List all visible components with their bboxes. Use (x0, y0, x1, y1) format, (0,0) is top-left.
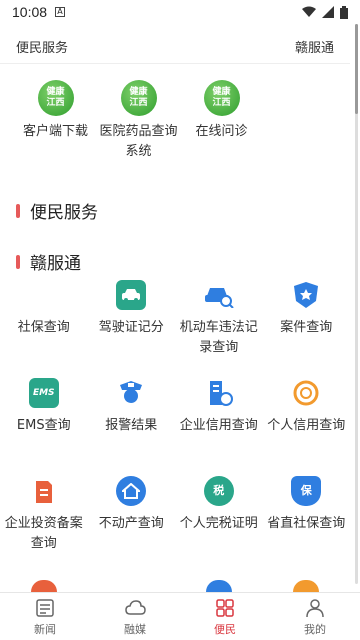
service-tax-certificate[interactable]: 税 个人完税证明 (175, 476, 263, 574)
tab-bianmin[interactable]: 便民服务 (16, 37, 68, 56)
service-label: 报警结果 (105, 418, 158, 433)
nav-label: 融媒 (124, 622, 146, 636)
section-marker (16, 254, 20, 269)
service-label: 个人信用查询 (267, 418, 346, 433)
service-label: 企业投资备案查询 (4, 516, 83, 551)
service-label: EMS查询 (16, 418, 71, 433)
house-icon (116, 476, 147, 506)
service-vehicle-violation[interactable]: 机动车违法记录查询 (175, 280, 263, 378)
app-label: 在线问诊 (195, 124, 248, 139)
nav-label: 便民 (214, 622, 236, 636)
notification-icon: A (55, 7, 66, 17)
ems-icon: EMS (28, 378, 59, 408)
status-icons (302, 5, 348, 19)
battery-icon (340, 5, 348, 19)
nav-bianmin[interactable]: 便民 (180, 593, 270, 640)
service-police-result[interactable]: 报警结果 (88, 378, 176, 476)
status-time: 10:08 (12, 4, 48, 20)
jiankang-jiangxi-logo: 健康 江西 (203, 80, 240, 116)
service-label: 机动车违法记录查询 (179, 320, 258, 355)
shield-bao-icon: 保 (291, 476, 322, 506)
section-title: 便民服务 (30, 203, 98, 223)
grid-icon (216, 598, 234, 617)
service-real-estate[interactable]: 不动产查询 (88, 476, 176, 574)
wifi-icon (302, 6, 316, 17)
service-investment-filing[interactable]: 企业投资备案查询 (0, 476, 88, 574)
app-label: 客户端下载 (22, 124, 88, 139)
tax-icon: 税 (203, 476, 234, 506)
badge-star-icon (291, 280, 321, 310)
partial-icon (205, 580, 232, 592)
service-personal-credit[interactable]: 个人信用查询 (263, 378, 351, 476)
blank-icon (29, 280, 59, 310)
signal-icon (322, 6, 334, 18)
service-enterprise-credit[interactable]: 企业信用查询 (175, 378, 263, 476)
app-label: 医院药品查询系统 (99, 124, 178, 159)
car-search-icon (204, 280, 234, 310)
partial-icon (30, 580, 57, 592)
credit-icon (291, 378, 321, 408)
bottom-nav: 新闻 融媒 便民 我的 (0, 592, 360, 640)
service-label: 省直社保查询 (267, 516, 346, 531)
news-icon (36, 598, 54, 617)
service-grid: 社保查询 驾驶证记分 机动车违法记录查询 案件查询 EMS EMS查询 报警结果… (0, 280, 350, 574)
app-online-consult[interactable]: 健康 江西 在线问诊 (180, 80, 263, 162)
nav-label: 我的 (304, 622, 326, 636)
nav-label: 新闻 (34, 622, 56, 636)
app-hospital-drug-query[interactable]: 健康 江西 医院药品查询系统 (97, 80, 180, 162)
nav-news[interactable]: 新闻 (0, 593, 90, 640)
service-label: 个人完税证明 (179, 516, 258, 531)
service-label: 不动产查询 (98, 516, 164, 531)
section-ganfutong: 赣服通 (16, 249, 81, 274)
service-ems[interactable]: EMS EMS查询 (0, 378, 88, 476)
partial-icon (293, 580, 320, 592)
section-title: 赣服通 (30, 254, 81, 274)
section-bianmin: 便民服务 (16, 198, 98, 223)
service-license-points[interactable]: 驾驶证记分 (88, 280, 176, 378)
jiankang-jiangxi-logo: 健康 江西 (37, 80, 74, 116)
nav-media[interactable]: 融媒 (90, 593, 180, 640)
service-label: 企业信用查询 (179, 418, 258, 433)
user-icon (306, 598, 324, 617)
section-marker (16, 203, 20, 218)
nav-mine[interactable]: 我的 (270, 593, 360, 640)
car-icon (116, 280, 147, 310)
service-case-query[interactable]: 案件查询 (263, 280, 351, 378)
service-social-security[interactable]: 社保查询 (0, 280, 88, 378)
service-label: 驾驶证记分 (98, 320, 164, 335)
cloud-icon (125, 599, 146, 615)
jiankang-jiangxi-logo: 健康 江西 (120, 80, 157, 116)
app-row: 健康 江西 客户端下载 健康 江西 医院药品查询系统 健康 江西 在线问诊 (0, 80, 350, 162)
next-row-icons-partial (0, 580, 350, 592)
status-bar: 10:08 A (0, 0, 360, 24)
police-icon (116, 378, 146, 408)
service-label: 案件查询 (280, 320, 333, 335)
invest-icon (29, 476, 59, 506)
tab-ganfutong[interactable]: 赣服通 (295, 37, 334, 56)
service-label: 社保查询 (17, 320, 70, 335)
top-tab-bar: 便民服务 赣服通 (0, 30, 350, 64)
scrollbar-thumb[interactable] (355, 24, 358, 114)
app-client-download[interactable]: 健康 江西 客户端下载 (14, 80, 97, 162)
service-provincial-social-security[interactable]: 保 省直社保查询 (263, 476, 351, 574)
building-icon (204, 378, 234, 408)
